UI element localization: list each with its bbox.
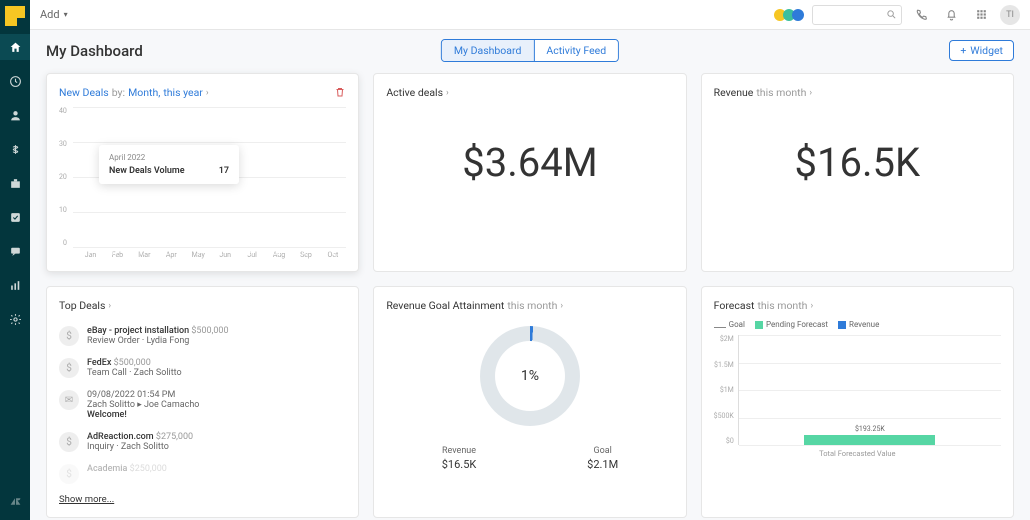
nav-reports[interactable] [0, 272, 30, 298]
chevron-right-icon: › [810, 301, 813, 311]
dashboard-content: New Deals by: Month, this year › 4030201… [30, 67, 1030, 520]
add-widget-button[interactable]: + Widget [949, 40, 1014, 61]
add-button[interactable]: Add ▾ [40, 8, 68, 21]
plus-icon: + [960, 44, 966, 57]
mail-icon: ✉ [59, 390, 79, 410]
card-forecast: Forecast this month › Goal Pending Forec… [701, 286, 1014, 518]
nav-tasks[interactable] [0, 204, 30, 230]
sidebar [0, 0, 30, 520]
goal-target-label: Goal $2.1M [587, 446, 618, 471]
chevron-right-icon: › [560, 301, 563, 311]
chevron-right-icon: › [446, 88, 449, 98]
avatar[interactable]: TI [1000, 5, 1020, 25]
chevron-right-icon: › [206, 88, 209, 98]
chevron-down-icon: ▾ [64, 10, 68, 19]
new-deals-chart: 403020100 2111171715218221817 April 2022… [59, 107, 346, 247]
bell-icon[interactable] [940, 4, 962, 26]
card-title-revenue[interactable]: Revenue this month › [714, 86, 1001, 99]
card-revenue: Revenue this month › $16.5K [701, 73, 1014, 272]
forecast-chart: $2M$1.5M$1M$500K$0 $193.25K [714, 335, 1001, 445]
forecast-legend: Goal Pending Forecast Revenue [714, 320, 1001, 329]
forecast-x-label: Total Forecasted Value [714, 449, 1001, 458]
search-input[interactable] [812, 5, 902, 25]
nav-companies[interactable] [0, 170, 30, 196]
goal-revenue-label: Revenue $16.5K [442, 446, 477, 471]
card-active-deals: Active deals › $3.64M [373, 73, 686, 272]
topbar: Add ▾ TI [30, 0, 1030, 30]
tab-activity-feed[interactable]: Activity Feed [533, 40, 618, 61]
deal-item[interactable]: $AdReaction.com $275,000Inquiry · Zach S… [59, 426, 346, 458]
page-title: My Dashboard [46, 42, 143, 60]
dollar-icon: $ [59, 432, 79, 452]
card-top-deals: Top Deals › $eBay - project installation… [46, 286, 359, 518]
trash-icon[interactable] [334, 86, 346, 98]
show-more-link[interactable]: Show more... [59, 494, 114, 505]
main: Add ▾ TI My Dashboard My Dashboard [30, 0, 1030, 520]
revenue-value: $16.5K [714, 139, 1001, 186]
nav-activity[interactable] [0, 68, 30, 94]
deal-item[interactable]: $Academia $250,000 [59, 458, 346, 490]
apps-icon[interactable] [970, 4, 992, 26]
nav-chat[interactable] [0, 238, 30, 264]
card-title-new-deals[interactable]: New Deals by: Month, this year › [59, 86, 346, 99]
card-goal-attainment: Revenue Goal Attainment this month › 1% … [373, 286, 686, 518]
nav-zendesk[interactable] [0, 488, 30, 514]
dollar-icon: $ [59, 358, 79, 378]
view-toggle: My Dashboard Activity Feed [441, 39, 619, 62]
phone-icon[interactable] [910, 4, 932, 26]
dollar-icon: $ [59, 326, 79, 346]
card-title-active-deals[interactable]: Active deals › [386, 86, 673, 99]
nav-contacts[interactable] [0, 102, 30, 128]
chevron-right-icon: › [108, 301, 111, 311]
chevron-right-icon: › [809, 88, 812, 98]
integrations-icon[interactable] [777, 9, 804, 21]
donut-chart: 1% [386, 326, 673, 426]
dollar-icon: $ [59, 464, 79, 484]
active-deals-value: $3.64M [386, 139, 673, 186]
deal-item[interactable]: ✉09/08/2022 01:54 PMZach Solitto ▸ Joe C… [59, 384, 346, 426]
nav-settings[interactable] [0, 306, 30, 332]
search-icon [886, 9, 897, 20]
card-title-goal[interactable]: Revenue Goal Attainment this month › [386, 299, 673, 312]
card-title-top-deals[interactable]: Top Deals › [59, 299, 346, 312]
deal-item[interactable]: $eBay - project installation $500,000Rev… [59, 320, 346, 352]
tab-my-dashboard[interactable]: My Dashboard [442, 40, 534, 61]
chart-tooltip: April 2022 New Deals Volume 17 [99, 145, 239, 184]
page-header: My Dashboard My Dashboard Activity Feed … [30, 30, 1030, 67]
card-title-forecast[interactable]: Forecast this month › [714, 299, 1001, 312]
nav-deals[interactable] [0, 136, 30, 162]
app-logo [5, 6, 25, 26]
deal-item[interactable]: $FedEx $500,000Team Call · Zach Solitto [59, 352, 346, 384]
add-label: Add [40, 8, 60, 21]
card-new-deals: New Deals by: Month, this year › 4030201… [46, 73, 359, 272]
nav-home[interactable] [0, 34, 30, 60]
